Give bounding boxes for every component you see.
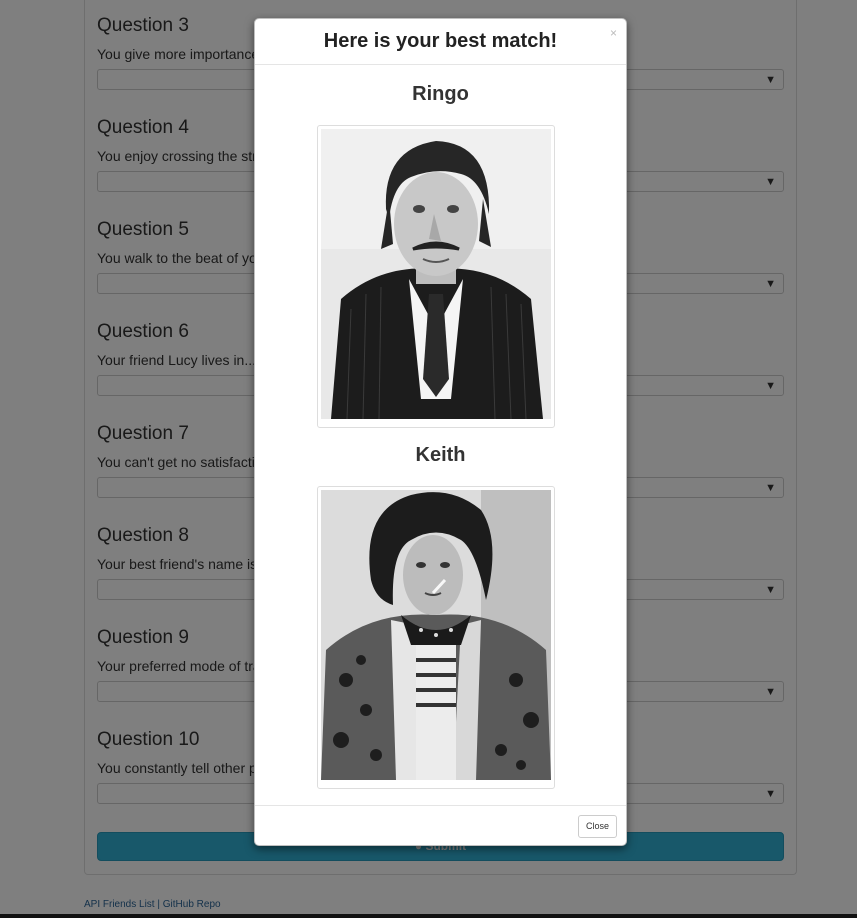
match-name: Keith — [415, 444, 466, 466]
match-photo — [317, 486, 555, 789]
match-photo — [317, 125, 555, 428]
best-match-modal: Here is your best match! × Ringo Keith C… — [254, 18, 627, 846]
ringo-portrait-image — [321, 129, 551, 420]
close-icon[interactable]: × — [610, 26, 617, 40]
match-name: Ringo — [412, 83, 469, 105]
keith-portrait-image — [321, 490, 551, 780]
close-button[interactable]: Close — [578, 815, 617, 838]
modal-title: Here is your best match! — [323, 30, 558, 52]
modal-footer: Close — [255, 805, 626, 846]
modal-header: Here is your best match! × — [255, 19, 626, 65]
